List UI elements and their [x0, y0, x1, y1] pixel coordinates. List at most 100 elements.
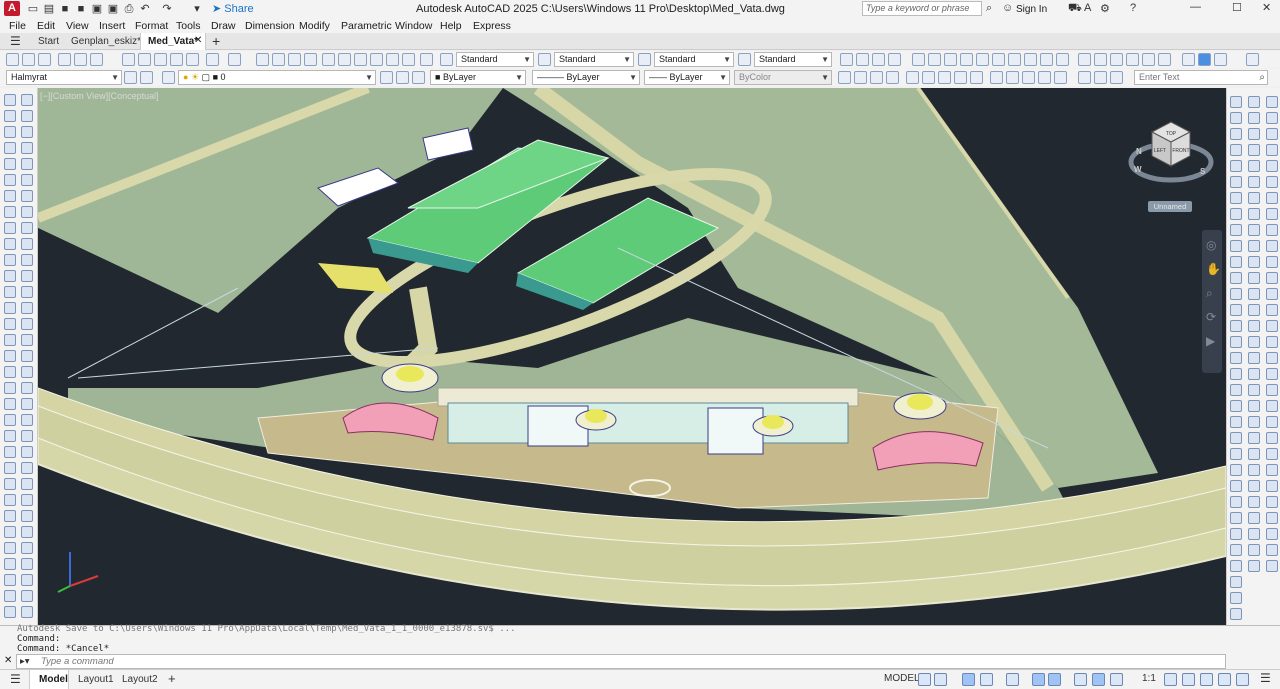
polar-icon[interactable]: [980, 673, 993, 686]
isodraft-icon[interactable]: [1006, 673, 1019, 686]
osnap-intersection-icon[interactable]: [1230, 448, 1242, 460]
search-icon[interactable]: ⌕: [986, 2, 992, 15]
quickcalc-icon[interactable]: [402, 53, 415, 66]
make-current-layer-icon[interactable]: [380, 71, 393, 84]
array-icon[interactable]: [21, 158, 33, 170]
zoom-window-icon[interactable]: [288, 53, 301, 66]
dim-style-icon[interactable]: [538, 53, 551, 66]
table-style-icon[interactable]: [638, 53, 651, 66]
view-top-icon[interactable]: [1248, 96, 1260, 108]
wedge-icon[interactable]: [4, 478, 16, 490]
shell-icon[interactable]: [21, 590, 33, 602]
layer-match-icon[interactable]: [412, 71, 425, 84]
box-icon[interactable]: [1266, 96, 1278, 108]
sheet-set-icon[interactable]: [370, 53, 383, 66]
cart-icon[interactable]: ⛟: [1068, 2, 1082, 16]
revision-cloud-icon[interactable]: [4, 206, 16, 218]
menu-dimension[interactable]: Dimension: [245, 20, 295, 32]
search-icon[interactable]: ⌕: [1259, 71, 1265, 84]
mirror-icon[interactable]: [21, 126, 33, 138]
osnap-node-icon[interactable]: [1230, 592, 1242, 604]
join-icon[interactable]: [21, 302, 33, 314]
torus-icon[interactable]: [1266, 176, 1278, 188]
help-icon[interactable]: ?: [1130, 2, 1136, 14]
text-convert-icon[interactable]: [1078, 71, 1091, 84]
help-icon[interactable]: [420, 53, 433, 66]
view-se-iso-icon[interactable]: [1248, 208, 1260, 220]
zoom-extents-icon[interactable]: [1248, 560, 1260, 572]
mleader-style-dropdown[interactable]: Standard ▼: [754, 52, 832, 67]
3d-align-icon[interactable]: [1266, 400, 1278, 412]
region-icon[interactable]: [4, 350, 16, 362]
close-command-icon[interactable]: ✕: [4, 655, 12, 666]
presspull-icon[interactable]: [1266, 256, 1278, 268]
layer-unisolate-icon[interactable]: [888, 53, 901, 66]
imprint-icon[interactable]: [1266, 512, 1278, 524]
check-solid-icon[interactable]: [1266, 560, 1278, 572]
ucs-zaxis-icon[interactable]: [954, 71, 967, 84]
dim-ordinate-icon[interactable]: [960, 53, 973, 66]
extract-edges-icon[interactable]: [1266, 496, 1278, 508]
share-button[interactable]: ➤ Share: [212, 2, 254, 15]
view-right-icon[interactable]: [1248, 144, 1260, 156]
edges-icon[interactable]: [1248, 352, 1260, 364]
move-icon[interactable]: [21, 174, 33, 186]
tool-palettes-icon[interactable]: [354, 53, 367, 66]
dim-text-edit-icon[interactable]: [1230, 384, 1242, 396]
dim-aligned-icon[interactable]: [1230, 112, 1242, 124]
viewport-controls-label[interactable]: [−][Custom View][Conceptual]: [40, 91, 159, 101]
osnap-tangent-icon[interactable]: [1230, 528, 1242, 540]
jogged-linear-icon[interactable]: [1230, 352, 1242, 364]
command-input[interactable]: ▸▾ Type a command: [16, 654, 1226, 669]
user-icon[interactable]: ☺: [1002, 2, 1013, 14]
line-icon[interactable]: [4, 94, 16, 106]
erase-icon[interactable]: [21, 94, 33, 106]
mtext-icon[interactable]: [1198, 53, 1211, 66]
dim-arc-icon[interactable]: [944, 53, 957, 66]
3d-array-icon[interactable]: [21, 526, 33, 538]
mleader-style-icon[interactable]: [738, 53, 751, 66]
tab-med-vata-active[interactable]: Med_Vata* ✕: [140, 33, 206, 50]
menu-tools[interactable]: Tools: [176, 20, 201, 32]
text-find-icon[interactable]: [1022, 71, 1035, 84]
menu-parametric[interactable]: Parametric: [341, 20, 392, 32]
ucs-view-icon[interactable]: [922, 71, 935, 84]
intersect-icon[interactable]: [4, 574, 16, 586]
offset-icon[interactable]: [21, 142, 33, 154]
tab-start[interactable]: Start: [38, 36, 59, 47]
match-properties-icon[interactable]: [170, 53, 183, 66]
model-space-toggle[interactable]: MODEL: [884, 673, 920, 684]
units-icon[interactable]: [1200, 673, 1213, 686]
break-at-point-icon[interactable]: [21, 270, 33, 282]
mtext-icon[interactable]: [4, 382, 16, 394]
ortho-icon[interactable]: [962, 673, 975, 686]
render-icon[interactable]: [1248, 400, 1260, 412]
menu-view[interactable]: View: [66, 20, 89, 32]
slice-icon[interactable]: [21, 542, 33, 554]
free-orbit-icon[interactable]: [1248, 480, 1260, 492]
osnap-insert-icon[interactable]: [1230, 576, 1242, 588]
ucs-icon[interactable]: [838, 71, 851, 84]
menu-insert[interactable]: Insert: [99, 20, 125, 32]
lengthen-icon[interactable]: [21, 446, 33, 458]
enter-text-input[interactable]: Enter Text ⌕: [1134, 70, 1268, 85]
osnap-apparent-icon[interactable]: [1230, 464, 1242, 476]
menu-format[interactable]: Format: [135, 20, 168, 32]
ucs-origin-icon[interactable]: [938, 71, 951, 84]
tolerance-icon[interactable]: [1230, 304, 1242, 316]
dim-jogged-icon[interactable]: [1230, 176, 1242, 188]
layer-previous-icon[interactable]: [840, 53, 853, 66]
close-tab-icon[interactable]: ✕: [194, 35, 202, 46]
extrude-icon[interactable]: [4, 510, 16, 522]
close-button[interactable]: ✕: [1262, 1, 1271, 14]
box-icon[interactable]: [4, 414, 16, 426]
3d-rotate-icon[interactable]: [1266, 384, 1278, 396]
materials-icon[interactable]: [1248, 432, 1260, 444]
plot-icon[interactable]: ⎙: [122, 2, 136, 16]
redo-icon[interactable]: ↷: [160, 2, 174, 16]
osnap-center-icon[interactable]: [1230, 496, 1242, 508]
slice-icon[interactable]: [1266, 432, 1278, 444]
dim-update-icon[interactable]: [1230, 400, 1242, 412]
text-scale-icon[interactable]: [1038, 71, 1051, 84]
cylinder-icon[interactable]: [4, 430, 16, 442]
